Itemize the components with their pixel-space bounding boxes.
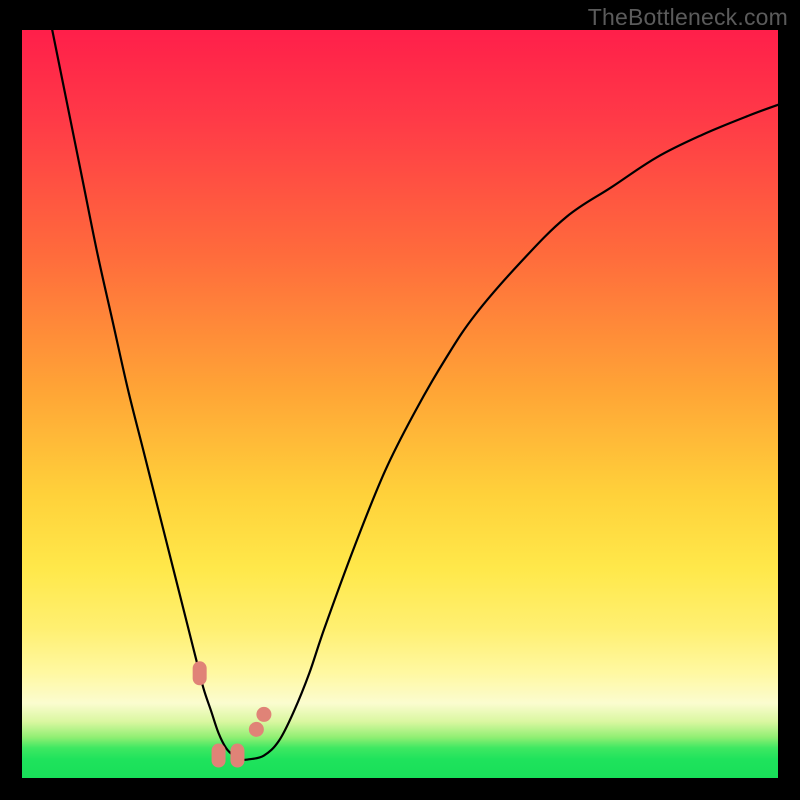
marker-dot (256, 707, 271, 722)
marker-pill (230, 744, 244, 768)
marker-dot (249, 722, 264, 737)
marker-pill (193, 661, 207, 685)
watermark-text: TheBottleneck.com (588, 4, 788, 31)
chart-frame: TheBottleneck.com (0, 0, 800, 800)
plot-area (22, 30, 778, 778)
bottleneck-curve (52, 30, 778, 760)
curve-svg (22, 30, 778, 778)
marker-pill (212, 744, 226, 768)
curve-markers (193, 661, 272, 767)
